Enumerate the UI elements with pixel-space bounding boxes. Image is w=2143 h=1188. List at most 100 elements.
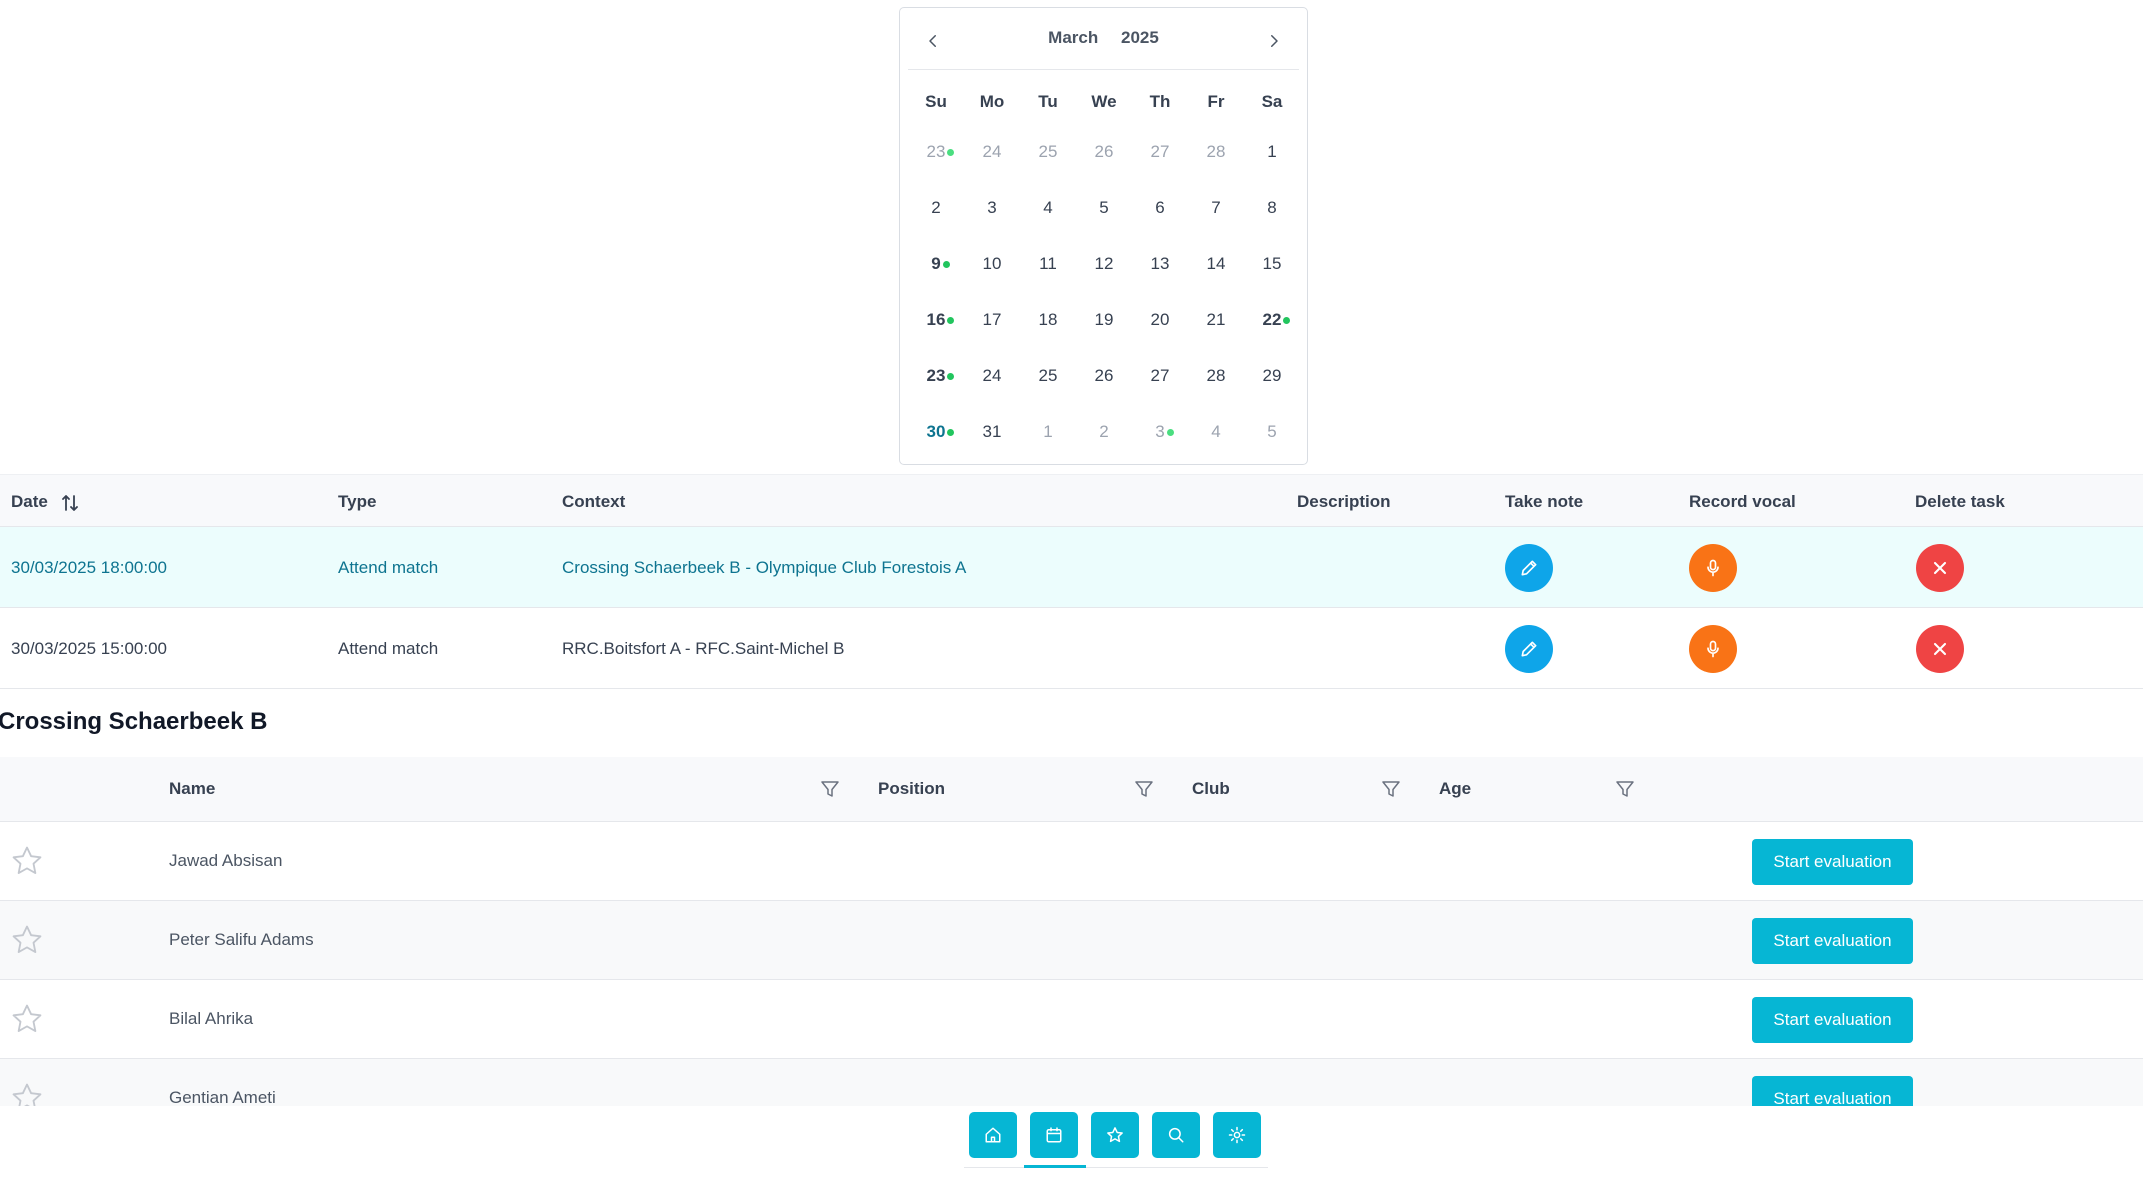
- calendar-day[interactable]: 14: [1188, 236, 1244, 292]
- day-number: 26: [1094, 142, 1114, 161]
- year-selector[interactable]: 2025: [1121, 28, 1159, 47]
- day-number: 5: [1099, 198, 1109, 217]
- calendar-day[interactable]: 1: [1244, 124, 1300, 180]
- calendar-day[interactable]: 17: [964, 292, 1020, 348]
- calendar-day[interactable]: 28: [1188, 124, 1244, 180]
- calendar-day[interactable]: 31: [964, 404, 1020, 460]
- day-number: 13: [1150, 254, 1170, 273]
- nav-calendar-button[interactable]: [1030, 1112, 1078, 1158]
- calendar-day[interactable]: 15: [1244, 236, 1300, 292]
- player-name: Peter Salifu Adams: [169, 930, 314, 949]
- pencil-icon: [1521, 641, 1537, 657]
- start-evaluation-button[interactable]: Start evaluation: [1752, 997, 1913, 1043]
- calendar-day[interactable]: 28: [1188, 348, 1244, 404]
- calendar-day[interactable]: 5: [1076, 180, 1132, 236]
- microphone-icon: [1707, 559, 1719, 577]
- month-selector[interactable]: March: [1048, 28, 1098, 47]
- day-number: 7: [1211, 198, 1221, 217]
- tasks-table-header: Date Type Context Description Take note …: [0, 474, 2143, 527]
- calendar-day[interactable]: 2: [1076, 404, 1132, 460]
- calendar-day[interactable]: 23: [908, 348, 964, 404]
- calendar-day[interactable]: 7: [1188, 180, 1244, 236]
- club-filter-icon[interactable]: [1381, 779, 1401, 799]
- nav-home-button[interactable]: [969, 1112, 1017, 1158]
- delete-task-button[interactable]: [1916, 544, 1964, 592]
- take-note-button[interactable]: [1505, 625, 1553, 673]
- calendar-day[interactable]: 13: [1132, 236, 1188, 292]
- player-name: Gentian Ameti: [169, 1088, 276, 1106]
- calendar-day[interactable]: 25: [1020, 348, 1076, 404]
- favorite-star-icon[interactable]: [10, 1002, 44, 1036]
- calendar-day[interactable]: 4: [1020, 180, 1076, 236]
- calendar-day[interactable]: 24: [964, 124, 1020, 180]
- calendar-day[interactable]: 12: [1076, 236, 1132, 292]
- weekday-label: Fr: [1207, 92, 1225, 111]
- record-vocal-button[interactable]: [1689, 544, 1737, 592]
- calendar-day[interactable]: 20: [1132, 292, 1188, 348]
- calendar-day[interactable]: 29: [1244, 348, 1300, 404]
- calendar-day[interactable]: 18: [1020, 292, 1076, 348]
- calendar-day[interactable]: 5: [1244, 404, 1300, 460]
- calendar-day[interactable]: 23: [908, 124, 964, 180]
- calendar-day[interactable]: 26: [1076, 348, 1132, 404]
- delete-task-column-header: Delete task: [1915, 492, 2005, 511]
- calendar-day[interactable]: 16: [908, 292, 964, 348]
- position-filter-icon[interactable]: [1134, 779, 1154, 799]
- start-evaluation-button[interactable]: Start evaluation: [1752, 839, 1913, 885]
- age-column-header: Age: [1439, 779, 1472, 798]
- favorite-star-icon[interactable]: [10, 844, 44, 878]
- calendar-day[interactable]: 6: [1132, 180, 1188, 236]
- task-date: 30/03/2025 18:00:00: [11, 558, 167, 577]
- day-number: 15: [1262, 254, 1282, 273]
- calendar-day[interactable]: 10: [964, 236, 1020, 292]
- day-number: 22: [1262, 310, 1282, 329]
- calendar-day[interactable]: 19: [1076, 292, 1132, 348]
- calendar-day[interactable]: 3: [1132, 404, 1188, 460]
- calendar-title: March 2025: [908, 28, 1299, 48]
- task-row[interactable]: 30/03/2025 15:00:00 Attend match RRC.Boits…: [0, 608, 2143, 689]
- favorite-star-icon[interactable]: [10, 923, 44, 957]
- date-column-header[interactable]: Date: [11, 492, 79, 512]
- calendar-day[interactable]: 27: [1132, 348, 1188, 404]
- nav-favorites-button[interactable]: [1091, 1112, 1139, 1158]
- day-number: 2: [1099, 422, 1109, 441]
- weekday-label: Tu: [1038, 92, 1058, 111]
- sort-icon[interactable]: [61, 494, 79, 512]
- pencil-icon: [1521, 560, 1537, 576]
- calendar-day[interactable]: 2: [908, 180, 964, 236]
- bottom-navigation: [0, 1106, 2143, 1188]
- calendar-day[interactable]: 26: [1076, 124, 1132, 180]
- calendar-day[interactable]: 1: [1020, 404, 1076, 460]
- calendar-day[interactable]: 4: [1188, 404, 1244, 460]
- calendar-day-today[interactable]: 30: [908, 404, 964, 460]
- day-number: 28: [1206, 366, 1226, 385]
- day-number: 4: [1043, 198, 1053, 217]
- calendar-day[interactable]: 25: [1020, 124, 1076, 180]
- calendar-day[interactable]: 3: [964, 180, 1020, 236]
- event-indicator-dot: [1283, 317, 1290, 324]
- favorite-star-icon[interactable]: [10, 1081, 44, 1106]
- calendar-day[interactable]: 22: [1244, 292, 1300, 348]
- nav-settings-button[interactable]: [1213, 1112, 1261, 1158]
- calendar-day[interactable]: 21: [1188, 292, 1244, 348]
- player-row: Gentian Ameti Start evaluation: [0, 1059, 2143, 1106]
- name-filter-icon[interactable]: [820, 779, 840, 799]
- day-number: 3: [987, 198, 997, 217]
- event-indicator-dot: [943, 261, 950, 268]
- calendar-day[interactable]: 24: [964, 348, 1020, 404]
- record-vocal-button[interactable]: [1689, 625, 1737, 673]
- delete-task-button[interactable]: [1916, 625, 1964, 673]
- player-name: Jawad Absisan: [169, 851, 283, 870]
- age-filter-icon[interactable]: [1615, 779, 1635, 799]
- calendar-day[interactable]: 27: [1132, 124, 1188, 180]
- calendar-day[interactable]: 9: [908, 236, 964, 292]
- start-evaluation-button[interactable]: Start evaluation: [1752, 1076, 1913, 1106]
- calendar-day[interactable]: 11: [1020, 236, 1076, 292]
- take-note-button[interactable]: [1505, 544, 1553, 592]
- task-row[interactable]: 30/03/2025 18:00:00 Attend match Crossing …: [0, 527, 2143, 608]
- nav-search-button[interactable]: [1152, 1112, 1200, 1158]
- start-evaluation-button[interactable]: Start evaluation: [1752, 918, 1913, 964]
- take-note-column-header: Take note: [1505, 492, 1584, 511]
- next-month-button[interactable]: [1259, 26, 1289, 56]
- calendar-day[interactable]: 8: [1244, 180, 1300, 236]
